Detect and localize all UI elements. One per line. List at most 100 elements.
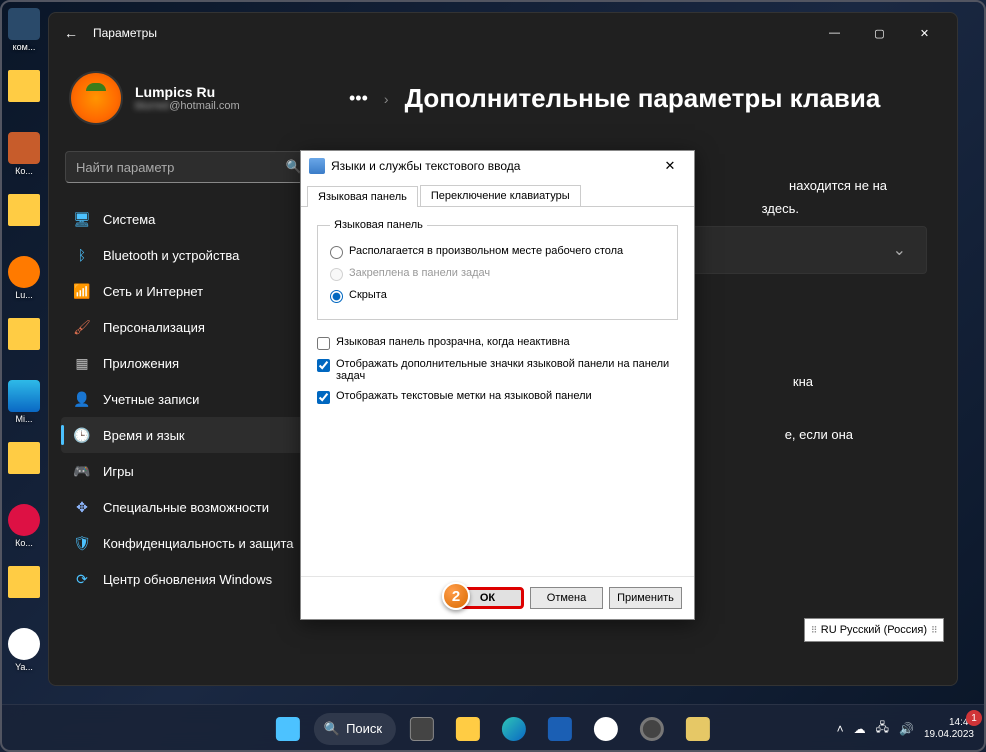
desktop-icon[interactable] (5, 70, 43, 120)
sidebar-item-label: Bluetooth и устройства (103, 248, 239, 263)
nav-icon: 🛡 (73, 534, 91, 552)
desktop-icon[interactable]: ком... (5, 8, 43, 58)
desktop: ком... Ко... Lu... Mi... Ко... Ya... ← П… (0, 0, 986, 752)
sidebar-item[interactable]: 🖥Система (61, 201, 317, 237)
apply-button[interactable]: Применить (609, 587, 682, 609)
sidebar: Lumpics Ru blurred@hotmail.com Найти пар… (49, 53, 329, 685)
text-services-dialog: Языки и службы текстового ввода ✕ Языков… (300, 150, 695, 620)
sidebar-item[interactable]: 🕒 Время и язык (61, 417, 317, 453)
profile[interactable]: Lumpics Ru blurred@hotmail.com (61, 61, 317, 145)
desktop-icon[interactable]: Lu... (5, 256, 43, 306)
docking-indicator[interactable]: ⠿ RU Русский (Россия) ⠿ (804, 618, 944, 642)
radio-hidden[interactable]: Скрыта (330, 285, 665, 307)
explorer-icon[interactable] (448, 709, 488, 749)
profile-name: Lumpics Ru (135, 84, 240, 100)
sidebar-item[interactable]: 🖌Персонализация (61, 309, 317, 345)
dock-label: RU Русский (Россия) (821, 624, 927, 636)
store-icon[interactable] (540, 709, 580, 749)
desktop-icon[interactable]: Ya... (5, 628, 43, 678)
nav-icon: 🎮 (73, 462, 91, 480)
nav: 🖥Система ᛒ Bluetooth и устройства 📶 Сеть и И… (61, 201, 317, 597)
window-title: Параметры (93, 26, 157, 40)
sidebar-item[interactable]: ᛒ Bluetooth и устройства (61, 237, 317, 273)
desktop-icon[interactable] (5, 566, 43, 616)
language-bar-group: Языковая панель Располагается в произвол… (317, 219, 678, 320)
desktop-icon[interactable] (5, 318, 43, 368)
nav-icon: ⟳ (73, 570, 91, 588)
start-button[interactable] (268, 709, 308, 749)
desktop-icon[interactable]: Ко... (5, 132, 43, 182)
radio-floating[interactable]: Располагается в произвольном месте рабоч… (330, 241, 665, 263)
task-view[interactable] (402, 709, 442, 749)
checkbox-transparent[interactable]: Языковая панель прозрачна, когда неактив… (317, 332, 678, 354)
tray-chevron-icon[interactable]: ˄ (837, 722, 844, 736)
desktop-icon[interactable] (5, 194, 43, 244)
sidebar-item-label: Конфиденциальность и защита (103, 536, 294, 551)
dialog-close-button[interactable]: ✕ (654, 158, 686, 174)
chevron-right-icon: › (384, 91, 389, 107)
sidebar-item[interactable]: 📶 Сеть и Интернет (61, 273, 317, 309)
chevron-down-icon: ⌄ (893, 240, 906, 260)
grip-icon: ⠿ (811, 625, 817, 636)
sidebar-item[interactable]: 🎮 Игры (61, 453, 317, 489)
notification-badge[interactable]: 1 (966, 710, 982, 726)
cancel-button[interactable]: Отмена (530, 587, 603, 609)
profile-email: blurred@hotmail.com (135, 100, 240, 112)
grip-icon: ⠿ (931, 625, 937, 636)
taskbar-search[interactable]: 🔍Поиск (314, 713, 396, 745)
nav-icon: 🖥 (73, 210, 91, 228)
sidebar-item[interactable]: 🛡 Конфиденциальность и защита (61, 525, 317, 561)
tab-keyboard-switch[interactable]: Переключение клавиатуры (420, 185, 581, 206)
nav-icon: 📶 (73, 282, 91, 300)
taskbar: 🔍Поиск ˄ ☁ 🖧 🔊 14:47 19.04.2023 1 (0, 704, 986, 752)
nav-icon: 🖌 (73, 318, 91, 336)
edge-icon[interactable] (494, 709, 534, 749)
dialog-buttons: ОК Отмена Применить (301, 576, 694, 619)
search-icon: 🔍 (324, 721, 340, 737)
radio-docked: Закреплена в панели задач (330, 263, 665, 285)
annotation-badge: 2 (442, 582, 470, 610)
nav-icon: ᛒ (73, 246, 91, 264)
minimize-button[interactable]: — (812, 17, 857, 49)
maximize-button[interactable]: ▢ (857, 17, 902, 49)
dialog-tabs: Языковая панель Переключение клавиатуры (301, 181, 694, 207)
sidebar-item-label: Специальные возможности (103, 500, 269, 515)
sidebar-item-label: Время и язык (103, 428, 185, 443)
checkbox-text-labels[interactable]: Отображать текстовые метки на языковой п… (317, 386, 678, 408)
sidebar-item[interactable]: 👤Учетные записи (61, 381, 317, 417)
cloud-icon[interactable]: ☁ (854, 722, 866, 736)
sidebar-item-label: Игры (103, 464, 134, 479)
sidebar-item-label: Приложения (103, 356, 179, 371)
desktop-icon[interactable] (5, 442, 43, 492)
nav-icon: 🕒 (73, 426, 91, 444)
osk-icon[interactable] (678, 709, 718, 749)
page-title: Дополнительные параметры клавиа (405, 83, 881, 114)
sidebar-item-label: Центр обновления Windows (103, 572, 272, 587)
dialog-titlebar: Языки и службы текстового ввода ✕ (301, 151, 694, 181)
settings-icon[interactable] (632, 709, 672, 749)
sidebar-item[interactable]: ⟳ Центр обновления Windows (61, 561, 317, 597)
breadcrumb: ••• › Дополнительные параметры клавиа (349, 83, 927, 114)
dialog-body: Языковая панель Располагается в произвол… (301, 207, 694, 576)
system-tray[interactable]: ˄ ☁ 🖧 🔊 14:47 19.04.2023 1 (837, 717, 986, 741)
search-input[interactable]: Найти параметр 🔍 (65, 151, 313, 183)
nav-icon: ▦ (73, 354, 91, 372)
volume-icon[interactable]: 🔊 (899, 722, 914, 736)
close-button[interactable]: ✕ (902, 17, 947, 49)
tab-language-bar[interactable]: Языковая панель (307, 186, 418, 207)
group-label: Языковая панель (330, 219, 427, 231)
desktop-icon[interactable]: Ко... (5, 504, 43, 554)
sidebar-item[interactable]: ✥ Специальные возможности (61, 489, 317, 525)
sidebar-item[interactable]: ▦ Приложения (61, 345, 317, 381)
titlebar: ← Параметры — ▢ ✕ (49, 13, 957, 53)
nav-icon: 👤 (73, 390, 91, 408)
nav-icon: ✥ (73, 498, 91, 516)
breadcrumb-more[interactable]: ••• (349, 88, 368, 109)
sidebar-item-label: Сеть и Интернет (103, 284, 203, 299)
network-icon[interactable]: 🖧 (876, 718, 889, 739)
yandex-icon[interactable] (586, 709, 626, 749)
checkbox-extra-icons[interactable]: Отображать дополнительные значки языково… (317, 354, 678, 386)
desktop-icons: ком... Ко... Lu... Mi... Ко... Ya... (5, 8, 43, 678)
desktop-icon[interactable]: Mi... (5, 380, 43, 430)
back-button[interactable]: ← (59, 25, 83, 41)
